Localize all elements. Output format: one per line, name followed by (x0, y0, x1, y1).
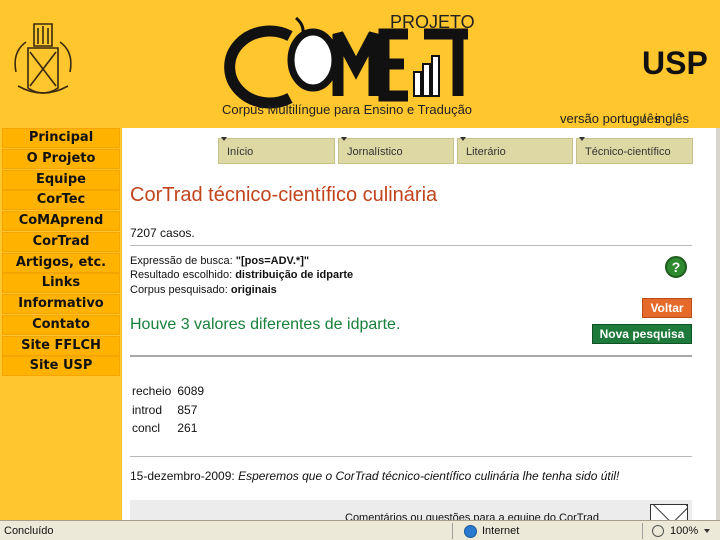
comments-link[interactable]: Comentários ou questões para a equipe do… (345, 512, 599, 520)
query-corpus: Corpus pesquisado: originais (130, 284, 277, 296)
nav-item-contato[interactable]: Contato (2, 314, 120, 335)
main-content: Início Jornalístico Literário Técnico-ci… (122, 128, 716, 520)
zoom-icon[interactable] (652, 525, 664, 537)
nav-item-site-fflch[interactable]: Site FFLCH (2, 335, 120, 356)
frequency-label: recheio (132, 384, 172, 398)
lang-english-link[interactable]: inglês (655, 111, 689, 126)
tab-literario[interactable]: Literário (457, 137, 573, 164)
frequency-count: 857 (177, 403, 198, 417)
divider (130, 355, 692, 357)
frequency-row: recheio 6089 (132, 384, 204, 398)
query-result-label: Resultado escolhido: (130, 269, 233, 281)
nav-item-informativo[interactable]: Informativo (2, 294, 120, 314)
zoom-level[interactable]: 100% (670, 525, 698, 537)
scrollbar[interactable] (716, 128, 720, 520)
tab-label: Técnico-científico (585, 146, 671, 158)
cases-count: 7207 casos. (130, 226, 195, 240)
frequency-count: 261 (177, 421, 198, 435)
nav-item-cortec[interactable]: CorTec (2, 190, 120, 211)
usp-logo-icon: USP (642, 45, 708, 80)
footer-note: 15-dezembro-2009: Esperemos que o CorTra… (130, 469, 619, 483)
security-zone: Internet (482, 525, 520, 537)
nav-item-principal[interactable]: Principal (2, 128, 120, 148)
nav-item-site-usp[interactable]: Site USP (2, 356, 120, 377)
globe-icon (464, 525, 477, 538)
divider (130, 456, 692, 457)
query-expression-value: "[pos=ADV.*]" (235, 255, 310, 267)
university-crest-icon (14, 23, 72, 94)
frequency-row: concl 261 (132, 421, 197, 435)
nav-item-artigos[interactable]: Artigos, etc. (2, 252, 120, 273)
tab-jornalistico[interactable]: Jornalístico (338, 137, 454, 164)
tab-label: Início (227, 146, 254, 158)
tab-label: Literário (466, 146, 506, 158)
status-separator (642, 523, 643, 539)
nav-item-links[interactable]: Links (2, 273, 120, 294)
query-corpus-label: Corpus pesquisado: (130, 284, 228, 296)
nav-item-equipe[interactable]: Equipe (2, 169, 120, 190)
query-result: Resultado escolhido: distribuição de idp… (130, 269, 353, 281)
comments-bar: Comentários ou questões para a equipe do… (130, 500, 692, 520)
browser-statusbar: Concluído Internet 100% (0, 520, 720, 540)
svg-text:USP: USP (642, 45, 708, 80)
frequency-label: introd (132, 403, 163, 417)
chevron-down-icon[interactable] (704, 529, 710, 533)
frequency-count: 6089 (177, 384, 205, 398)
comet-logo-icon: PROJETO Corpus Multilíngue para Ensino e… (222, 12, 475, 117)
footer-date: 15-dezembro-2009: (130, 469, 235, 483)
result-heading: Houve 3 valores diferentes de idparte. (130, 316, 401, 333)
query-result-value: distribuição de idparte (235, 269, 354, 281)
status-separator (452, 523, 453, 539)
nav-item-o-projeto[interactable]: O Projeto (2, 148, 120, 169)
footer-message: Esperemos que o CorTrad técnico-científi… (238, 469, 620, 483)
svg-text:Corpus Multilíngue para Ensino: Corpus Multilíngue para Ensino e Traduçã… (222, 102, 472, 117)
lang-separator: / (642, 111, 646, 126)
query-expression: Expressão de busca: "[pos=ADV.*]" (130, 255, 309, 267)
nav-item-comaprend[interactable]: CoMAprend (2, 211, 120, 231)
mail-icon[interactable] (650, 504, 688, 520)
help-icon[interactable]: ? (665, 256, 687, 278)
site-header: PROJETO Corpus Multilíngue para Ensino e… (0, 0, 720, 128)
tab-inicio[interactable]: Início (218, 137, 335, 164)
query-corpus-value: originais (230, 284, 277, 296)
divider (130, 245, 692, 246)
tab-label: Jornalístico (347, 146, 403, 158)
frequency-row: introd 857 (132, 403, 197, 417)
tab-tecnico-cientifico[interactable]: Técnico-científico (576, 137, 693, 164)
page-title: CorTrad técnico-científico culinária (130, 184, 438, 206)
new-search-button[interactable]: Nova pesquisa (592, 324, 692, 344)
back-button[interactable]: Voltar (642, 298, 692, 318)
sidebar-nav: Principal O Projeto Equipe CorTec CoMApr… (2, 128, 120, 377)
status-text: Concluído (4, 525, 54, 537)
nav-item-cortrad[interactable]: CorTrad (2, 231, 120, 252)
frequency-label: concl (132, 421, 161, 435)
query-expression-label: Expressão de busca: (130, 255, 233, 267)
